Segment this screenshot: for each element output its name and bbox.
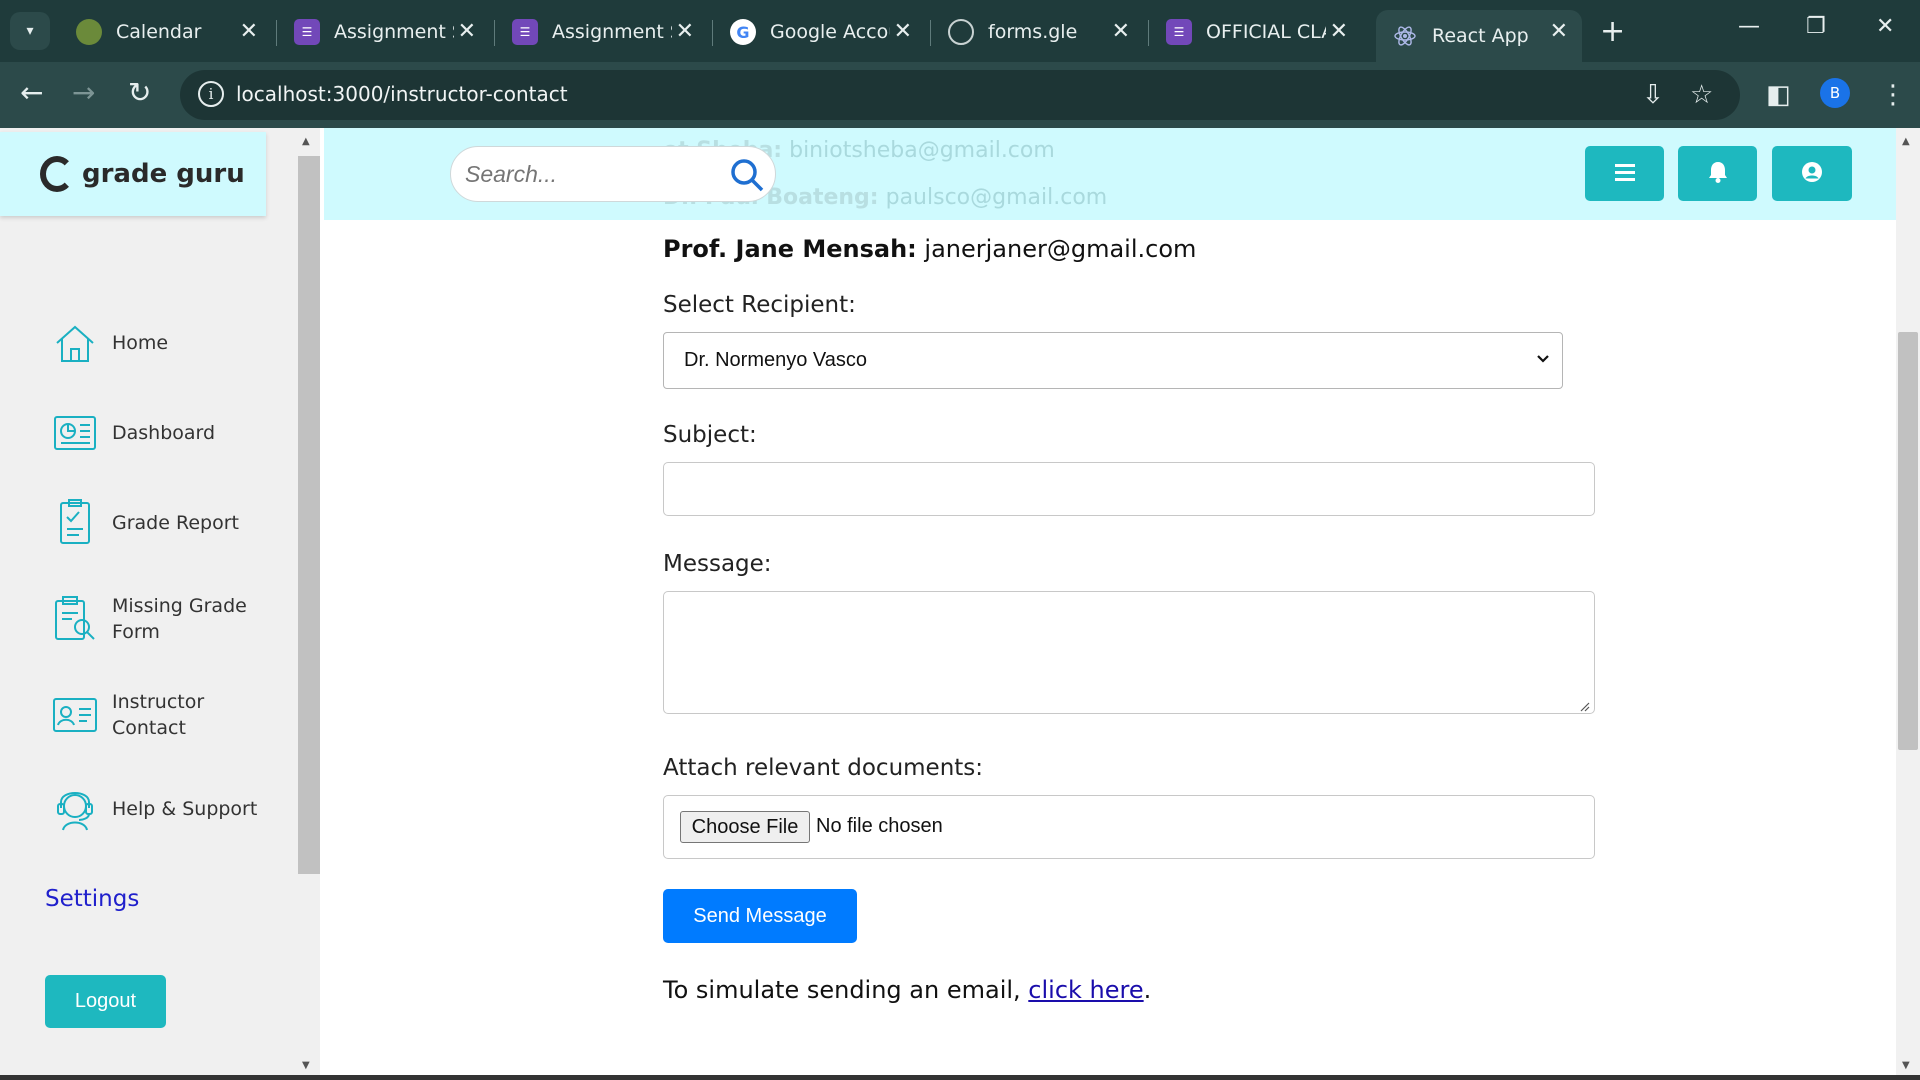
recipient-select[interactable]: Dr. Normenyo Vasco xyxy=(663,332,1563,389)
window-bottom-edge xyxy=(0,1075,1920,1080)
close-icon[interactable]: ✕ xyxy=(240,19,258,44)
tab-forms-gle[interactable]: forms.gle ✕ xyxy=(932,10,1144,54)
choose-file-button[interactable]: Choose File xyxy=(680,811,810,843)
scroll-up-arrow-icon[interactable]: ▲ xyxy=(302,136,310,147)
user-circle-icon xyxy=(1801,161,1823,187)
close-icon[interactable]: ✕ xyxy=(1330,19,1348,44)
sidebar-item-dashboard[interactable]: Dashboard xyxy=(52,410,262,456)
scroll-down-arrow-icon[interactable]: ▼ xyxy=(1902,1060,1910,1071)
missing-grade-icon xyxy=(52,596,98,642)
browser-tab-strip: ▾ Calendar ✕ ☰ Assignment Su ✕ ☰ Assignm… xyxy=(0,0,1920,62)
close-icon[interactable]: ✕ xyxy=(1112,19,1130,44)
hamburger-icon xyxy=(1614,163,1635,185)
simulate-email-link[interactable]: click here xyxy=(1028,976,1143,1004)
forms-favicon: ☰ xyxy=(512,19,538,45)
scroll-up-arrow-icon[interactable]: ▲ xyxy=(1902,136,1910,147)
bookmark-star-icon[interactable]: ☆ xyxy=(1690,80,1713,110)
search-bar[interactable] xyxy=(450,146,776,202)
react-favicon xyxy=(1392,23,1418,49)
reload-icon[interactable]: ↻ xyxy=(128,76,151,109)
brand-logo[interactable]: grade guru xyxy=(0,132,266,216)
search-icon[interactable] xyxy=(729,157,765,193)
page-scrollbar-thumb[interactable] xyxy=(1898,332,1918,750)
sidebar-item-home[interactable]: Home xyxy=(52,320,262,366)
recipient-label: Select Recipient: xyxy=(663,292,856,318)
top-header: ot Sheba: biniotsheba@gmail.com Dr. Paul… xyxy=(324,128,1896,220)
scroll-down-arrow-icon[interactable]: ▼ xyxy=(302,1060,310,1071)
instructor-contact-line: Prof. Jane Mensah: janerjaner@gmail.com xyxy=(663,235,1197,263)
settings-link[interactable]: Settings xyxy=(45,886,139,912)
grade-report-icon xyxy=(52,499,98,546)
google-favicon: G xyxy=(730,19,756,45)
sidebar-item-grade-report[interactable]: Grade Report xyxy=(52,499,262,546)
forms-favicon: ☰ xyxy=(1166,19,1192,45)
forms-favicon: ☰ xyxy=(294,19,320,45)
tab-assignment-1[interactable]: ☰ Assignment Su ✕ xyxy=(278,10,490,54)
search-input[interactable] xyxy=(465,155,715,193)
tab-assignment-2[interactable]: ☰ Assignment Su ✕ xyxy=(496,10,708,54)
tab-search-button[interactable]: ▾ xyxy=(10,12,50,50)
app-viewport: grade guru Home Dashboard Grade Report M xyxy=(0,128,1920,1080)
install-app-icon[interactable]: ⇩ xyxy=(1642,80,1664,110)
file-status-text: No file chosen xyxy=(816,815,943,837)
close-icon[interactable]: ✕ xyxy=(894,19,912,44)
logo-icon xyxy=(40,156,74,192)
chevron-down-icon xyxy=(1536,351,1550,365)
file-upload-field[interactable]: Choose File No file chosen xyxy=(663,795,1595,859)
close-icon[interactable]: ✕ xyxy=(1550,19,1568,44)
sidebar-item-instructor-contact[interactable]: Instructor Contact xyxy=(52,689,262,741)
home-icon xyxy=(52,320,98,366)
profile-button[interactable] xyxy=(1772,146,1852,201)
window-close-icon[interactable]: ✕ xyxy=(1876,14,1894,39)
contact-card-icon xyxy=(52,692,98,738)
sidebar: grade guru Home Dashboard Grade Report M xyxy=(0,128,320,1080)
subject-input[interactable] xyxy=(663,462,1595,516)
minimize-icon[interactable]: — xyxy=(1738,14,1760,39)
sidebar-item-help-support[interactable]: Help & Support xyxy=(52,786,262,832)
restore-icon[interactable]: ❐ xyxy=(1806,14,1826,39)
new-tab-button[interactable]: + xyxy=(1600,14,1625,49)
tab-official-class[interactable]: ☰ OFFICIAL CLA ✕ xyxy=(1150,10,1362,54)
tab-calendar[interactable]: Calendar ✕ xyxy=(60,10,272,54)
close-icon[interactable]: ✕ xyxy=(676,19,694,44)
tab-google-account[interactable]: G Google Accou ✕ xyxy=(714,10,926,54)
dashboard-icon xyxy=(52,410,98,456)
send-message-button[interactable]: Send Message xyxy=(663,889,857,943)
support-icon xyxy=(52,786,98,832)
address-bar[interactable]: i localhost:3000/instructor-contact xyxy=(180,70,1740,120)
forward-icon[interactable]: → xyxy=(72,76,95,109)
globe-favicon xyxy=(948,19,974,45)
subject-label: Subject: xyxy=(663,422,757,448)
logout-button[interactable]: Logout xyxy=(45,975,166,1028)
bell-icon xyxy=(1708,161,1728,187)
attach-label: Attach relevant documents: xyxy=(663,755,984,781)
back-icon[interactable]: ← xyxy=(20,76,43,109)
tab-react-app[interactable]: React App ✕ xyxy=(1376,10,1582,62)
simulate-email-text: To simulate sending an email, click here… xyxy=(663,976,1152,1004)
close-icon[interactable]: ✕ xyxy=(458,19,476,44)
sidebar-scrollbar-thumb[interactable] xyxy=(298,156,320,874)
menu-kebab-icon[interactable]: ⋮ xyxy=(1880,80,1906,110)
calendar-favicon xyxy=(76,19,102,45)
resize-grip-icon[interactable] xyxy=(1578,697,1590,712)
menu-button[interactable] xyxy=(1585,146,1664,201)
message-textarea[interactable] xyxy=(663,591,1595,714)
notifications-button[interactable] xyxy=(1678,146,1757,201)
sidebar-item-missing-grade-form[interactable]: Missing Grade Form xyxy=(52,593,262,645)
browser-toolbar: ← → ↻ i localhost:3000/instructor-contac… xyxy=(0,62,1920,128)
profile-avatar[interactable]: B xyxy=(1820,78,1850,108)
site-info-icon[interactable]: i xyxy=(198,81,224,107)
message-label: Message: xyxy=(663,551,772,577)
side-panel-icon[interactable]: ◧ xyxy=(1766,80,1791,110)
